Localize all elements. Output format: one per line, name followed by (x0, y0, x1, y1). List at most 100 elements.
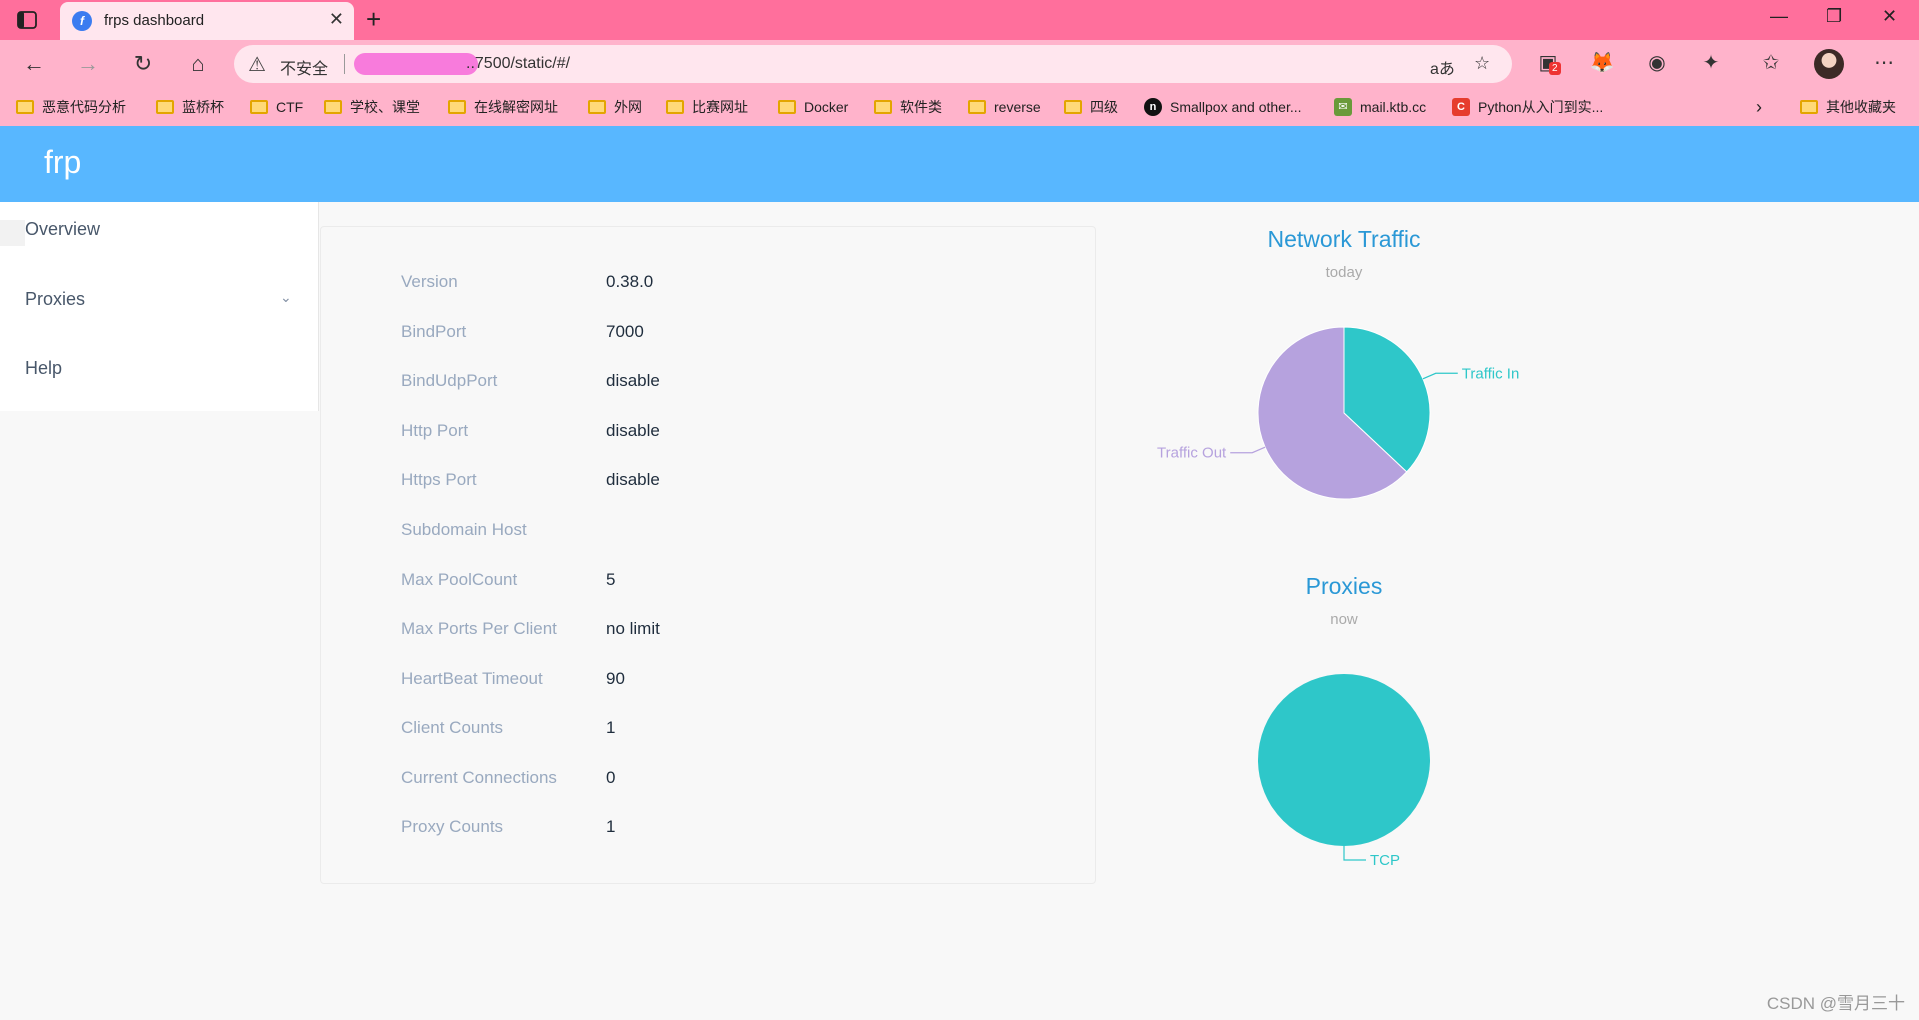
pie-slice-label: Traffic In (1462, 365, 1520, 382)
notion-logo-icon: n (1144, 98, 1162, 116)
folder-icon (1800, 100, 1818, 114)
proxies-pie: TCP (1258, 674, 1430, 869)
bookmark-folder[interactable]: reverse (968, 96, 1041, 118)
bookmark-folder[interactable]: 软件类 (874, 96, 942, 118)
browser-tab-bar: f frps dashboard ✕ + — ❐ ✕ (0, 0, 1919, 40)
bookmark-folder[interactable]: 比赛网址 (666, 96, 748, 118)
info-label: BindUdpPort (401, 371, 498, 390)
sidebar-item-label: Help (25, 358, 63, 378)
bookmark-folder[interactable]: 四级 (1064, 96, 1118, 118)
chevron-down-icon: ⌄ (280, 289, 292, 305)
info-label: Proxy Counts (401, 817, 504, 836)
sidebar-menu: Overview Proxies ⌄ Help (0, 202, 319, 411)
bookmark-folder[interactable]: 在线解密网址 (448, 96, 558, 118)
minimize-icon[interactable]: — (1770, 6, 1788, 27)
folder-icon (16, 100, 34, 114)
folder-icon (448, 100, 466, 114)
extensions-puzzle-icon[interactable]: ✦ (1698, 50, 1724, 76)
bookmark-folder[interactable]: 学校、课堂 (324, 96, 420, 118)
info-label: BindPort (401, 322, 467, 341)
network-traffic-chart: Network Traffic today Traffic In Traffic … (1144, 224, 1544, 524)
pie-slice-tcp[interactable] (1258, 674, 1430, 846)
browser-tab-active[interactable]: f frps dashboard ✕ (60, 2, 354, 40)
new-tab-button[interactable]: + (366, 4, 381, 35)
globe-extension-icon[interactable]: ◉ (1644, 50, 1670, 76)
forward-arrow-icon[interactable]: → (74, 50, 102, 78)
window-close-icon[interactable]: ✕ (1882, 6, 1897, 27)
info-label: Subdomain Host (401, 520, 527, 539)
info-value: disable (606, 421, 660, 440)
back-arrow-icon[interactable]: ← (20, 50, 48, 78)
sidebar-item-overview[interactable]: Overview (0, 202, 319, 258)
info-label: Http Port (401, 421, 469, 440)
sidebar-item-label: Overview (25, 219, 101, 239)
info-label: Client Counts (401, 718, 504, 737)
info-value: 5 (606, 570, 616, 589)
mail-site-icon: ✉ (1334, 98, 1352, 116)
bookmark-folder[interactable]: 其他收藏夹 (1800, 96, 1896, 118)
active-indicator (0, 220, 25, 246)
label-leader-line (1422, 372, 1458, 380)
url-text[interactable]: ..7500/static/#/ (466, 55, 570, 73)
proxies-chart: Proxies now TCP (1144, 571, 1544, 891)
restore-icon[interactable]: ❐ (1826, 6, 1842, 27)
info-label: HeartBeat Timeout (401, 669, 543, 688)
profile-avatar[interactable] (1814, 49, 1844, 79)
home-icon[interactable]: ⌂ (184, 50, 212, 78)
info-value: 1 (606, 817, 616, 836)
csdn-logo-icon: C (1452, 98, 1470, 116)
insecure-label[interactable]: 不安全 (280, 55, 328, 79)
bookmark-link[interactable]: ✉ mail.ktb.cc (1334, 96, 1426, 118)
bookmark-folder[interactable]: 外网 (588, 96, 642, 118)
folder-icon (666, 100, 684, 114)
bookmark-folder[interactable]: CTF (250, 96, 303, 118)
bookmark-folder[interactable]: 恶意代码分析 (16, 96, 126, 118)
extension-badge: 2 (1549, 62, 1561, 75)
sidebar-item-label: Proxies (25, 289, 86, 309)
info-value: 7000 (606, 322, 644, 341)
pie-slice-label: TCP (1370, 852, 1400, 869)
info-value: no limit (606, 619, 660, 638)
tab-actions-icon[interactable] (16, 9, 38, 31)
info-label: Max Ports Per Client (401, 619, 557, 638)
watermark: CSDN @雪月三十 (1766, 994, 1905, 1013)
folder-icon (778, 100, 796, 114)
more-bookmarks-chevron-icon[interactable]: › (1756, 96, 1762, 118)
add-favorite-icon[interactable]: ☆ (1474, 53, 1490, 74)
extension-icon[interactable]: ▣ 2 (1535, 50, 1561, 76)
pie-slice-label: Traffic Out (1157, 445, 1227, 462)
folder-icon (324, 100, 342, 114)
tab-close-icon[interactable]: ✕ (329, 9, 344, 30)
bookmarks-bar: 恶意代码分析 蓝桥杯 CTF 学校、课堂 在线解密网址 外网 比赛网址 Dock… (0, 88, 1919, 126)
info-value: disable (606, 470, 660, 489)
info-value: 1 (606, 718, 616, 737)
bookmark-folder[interactable]: Docker (778, 96, 848, 118)
sidebar-item-proxies[interactable]: Proxies ⌄ (0, 272, 319, 328)
reload-icon[interactable]: ↻ (129, 50, 157, 78)
bookmark-link[interactable]: C Python从入门到实... (1452, 96, 1603, 118)
folder-icon (250, 100, 268, 114)
metamask-icon[interactable]: 🦊 (1589, 50, 1615, 76)
info-value: disable (606, 371, 660, 390)
frp-favicon-icon: f (72, 11, 92, 31)
bookmark-folder[interactable]: 蓝桥杯 (156, 96, 224, 118)
label-leader-line (1230, 446, 1266, 454)
more-menu-icon[interactable]: ⋯ (1871, 50, 1897, 76)
sidebar-item-help[interactable]: Help (0, 341, 319, 397)
address-bar[interactable]: ⚠ 不安全 ..7500/static/#/ aあ ☆ (234, 45, 1512, 83)
info-value: 0 (606, 768, 616, 787)
folder-icon (968, 100, 986, 114)
network-traffic-pie: Traffic In Traffic Out (1157, 326, 1520, 500)
info-label: Current Connections (401, 768, 557, 787)
app-header: frp (0, 126, 1919, 202)
folder-icon (588, 100, 606, 114)
label-leader-line (1343, 846, 1366, 861)
bookmark-link[interactable]: n Smallpox and other... (1144, 96, 1302, 118)
favorites-icon[interactable]: ✩ (1758, 50, 1784, 76)
app-title: frp (44, 144, 82, 180)
warning-icon[interactable]: ⚠ (248, 52, 266, 77)
folder-icon (156, 100, 174, 114)
omnibox-divider (344, 54, 345, 74)
read-aloud-icon[interactable]: aあ (1430, 55, 1455, 79)
folder-icon (1064, 100, 1082, 114)
